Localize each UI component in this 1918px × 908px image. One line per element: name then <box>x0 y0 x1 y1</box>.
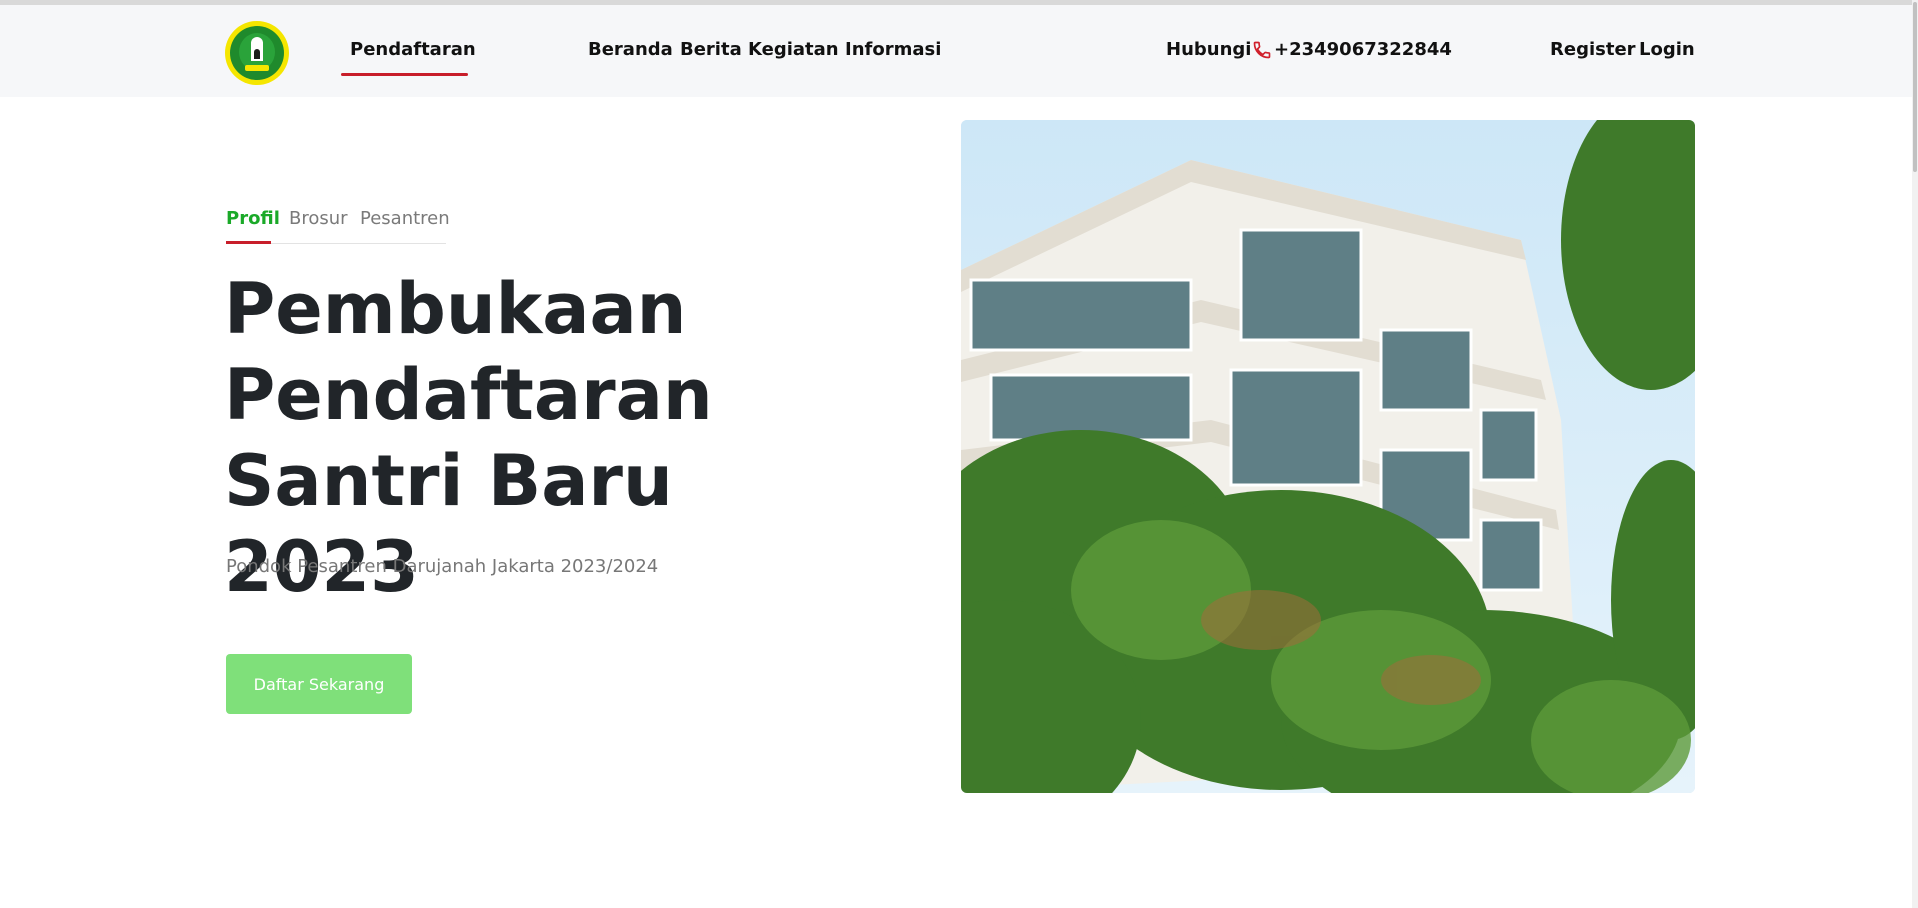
scrollbar-thumb[interactable] <box>1913 2 1917 172</box>
nav-berita[interactable]: Berita <box>680 39 742 60</box>
phone-icon[interactable] <box>1252 40 1272 60</box>
headline-line-3: Santri Baru 2023 <box>224 440 673 608</box>
contact-label: Hubungi <box>1166 39 1252 60</box>
tab-active-underline <box>226 241 271 244</box>
register-now-button[interactable]: Daftar Sekarang <box>226 654 412 714</box>
hero-tabs: Profil Brosur Pesantren <box>226 208 450 244</box>
navbar: Pendaftaran Beranda Berita Kegiatan Info… <box>0 5 1918 97</box>
register-link[interactable]: Register <box>1550 39 1636 60</box>
login-link[interactable]: Login <box>1639 39 1695 60</box>
headline-line-2: Pendaftaran <box>224 354 713 436</box>
headline-line-1: Pembukaan <box>224 268 687 350</box>
nav-informasi[interactable]: Informasi <box>845 39 941 60</box>
nav-beranda[interactable]: Beranda <box>588 39 673 60</box>
nav-active-underline <box>341 73 468 76</box>
nav-kegiatan[interactable]: Kegiatan <box>748 39 839 60</box>
tab-pesantren[interactable]: Pesantren <box>360 208 450 229</box>
hero-building-image <box>961 120 1695 793</box>
school-logo[interactable] <box>225 21 289 85</box>
phone-number-link[interactable]: +2349067322844 <box>1274 39 1452 60</box>
tab-profil[interactable]: Profil <box>226 208 280 229</box>
building-photo-illustration <box>961 120 1695 793</box>
tab-brosur[interactable]: Brosur <box>289 208 348 229</box>
nav-pendaftaran[interactable]: Pendaftaran <box>350 39 476 60</box>
hero-subtitle: Pondok Pesantren Darujanah Jakarta 2023/… <box>226 556 659 577</box>
